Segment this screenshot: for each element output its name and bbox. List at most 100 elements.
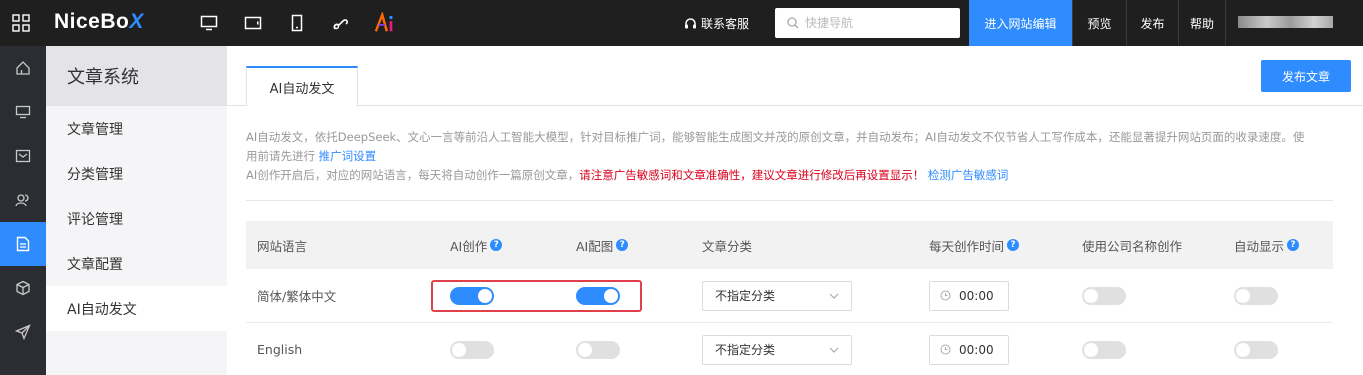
company-cell	[1082, 269, 1126, 322]
highlight-box	[431, 280, 642, 312]
auto-show-toggle[interactable]	[1234, 286, 1278, 305]
chevron-down-icon	[829, 293, 839, 299]
search-input[interactable]	[805, 16, 945, 30]
rail-send[interactable]	[0, 310, 46, 354]
help-icon[interactable]: ?	[1287, 239, 1300, 251]
ai-image-cell	[576, 323, 620, 375]
mobile-icon[interactable]	[286, 12, 308, 34]
divider	[246, 200, 1333, 201]
header-daily-time-label: 每天创作时间	[929, 238, 1005, 254]
tab-underline	[227, 105, 1363, 106]
module-rail	[0, 46, 46, 375]
header-ai-image: AI配图?	[576, 221, 629, 269]
rail-articles[interactable]	[0, 222, 46, 266]
auto-show-toggle[interactable]	[1234, 340, 1278, 359]
ai-create-toggle[interactable]	[450, 340, 494, 359]
company-cell	[1082, 323, 1126, 375]
sidebar-item-article-config[interactable]: 文章配置	[46, 241, 227, 286]
time-cell: 00:00	[929, 269, 1009, 322]
apps-grid-icon[interactable]	[12, 14, 30, 32]
sidebar-item-comment-management[interactable]: 评论管理	[46, 196, 227, 241]
category-cell: 不指定分类	[702, 269, 852, 322]
category-value: 不指定分类	[715, 343, 776, 357]
time-value: 00:00	[959, 288, 994, 303]
mini-program-icon[interactable]	[330, 12, 352, 34]
tab-ai-auto-post[interactable]: AI自动发文	[246, 66, 358, 106]
category-select[interactable]: 不指定分类	[702, 280, 852, 311]
top-bar: NiceBoX 联系客服 进入网站编辑 预览 发布 帮助	[0, 0, 1363, 46]
logo-x: X	[129, 10, 144, 33]
toggle-knob	[1084, 288, 1098, 303]
home-icon	[16, 61, 30, 75]
help-icon[interactable]: ?	[616, 239, 629, 251]
header-auto-show: 自动显示?	[1234, 221, 1300, 269]
enter-site-editor-button[interactable]: 进入网站编辑	[969, 0, 1072, 46]
rail-home[interactable]	[0, 46, 46, 90]
clock-icon	[940, 344, 951, 355]
document-icon	[16, 236, 30, 252]
check-ad-words-link[interactable]: 检测广告敏感词	[924, 168, 1009, 182]
sidebar-title: 文章系统	[46, 46, 227, 106]
keyword-settings-link[interactable]: 推广词设置	[319, 149, 377, 163]
category-cell: 不指定分类	[702, 323, 852, 375]
rail-site[interactable]	[0, 90, 46, 134]
header-daily-time: 每天创作时间?	[929, 221, 1020, 269]
ai-icon[interactable]	[374, 12, 396, 34]
toggle-knob	[578, 342, 592, 357]
language-settings-table: 网站语言 AI创作? AI配图? 文章分类 每天创作时间? 使用公司名称创作 自…	[246, 221, 1333, 375]
time-picker[interactable]: 00:00	[929, 334, 1009, 365]
company-name-toggle[interactable]	[1082, 286, 1126, 305]
ai-create-cell	[450, 323, 494, 375]
tablet-icon[interactable]	[242, 12, 264, 34]
company-name-toggle[interactable]	[1082, 340, 1126, 359]
header-ai-create: AI创作?	[450, 221, 503, 269]
header-ai-image-label: AI配图	[576, 238, 614, 254]
publish-link[interactable]: 发布	[1126, 0, 1178, 46]
header-ai-create-label: AI创作	[450, 238, 488, 254]
toggle-knob	[1084, 342, 1098, 357]
publish-article-button[interactable]: 发布文章	[1261, 60, 1351, 92]
help-icon[interactable]: ?	[490, 239, 503, 251]
rail-mail[interactable]	[0, 134, 46, 178]
header-auto-show-label: 自动显示	[1234, 238, 1285, 254]
preview-link[interactable]: 预览	[1072, 0, 1126, 46]
nicebox-logo[interactable]: NiceBoX	[54, 10, 144, 34]
desc-line-2: 用前请先进行 推广词设置	[246, 147, 1346, 166]
sidebar-item-ai-auto-post[interactable]: AI自动发文	[46, 286, 227, 331]
table-row: English 不指定分类 00:00	[246, 323, 1333, 375]
row-language: 简体/繁体中文	[257, 289, 337, 304]
sidebar-item-category-management[interactable]: 分类管理	[46, 151, 227, 196]
category-select[interactable]: 不指定分类	[702, 334, 852, 365]
chevron-down-icon	[829, 347, 839, 353]
header-language: 网站语言	[257, 238, 308, 254]
desc-line-1: AI自动发文，依托DeepSeek、文心一言等前沿人工智能大模型，针对目标推广词…	[246, 130, 1305, 144]
rail-products[interactable]	[0, 266, 46, 310]
desc-line-3: AI创作开启后，对应的网站语言，每天将自动创作一篇原创文章，请注意广告敏感词和文…	[246, 166, 1346, 185]
article-system-sidebar: 文章系统 文章管理 分类管理 评论管理 文章配置 AI自动发文	[46, 46, 227, 375]
sensitive-word-warning: 请注意广告敏感词和文章准确性，建议文章进行修改后再设置显示！	[579, 168, 925, 182]
category-value: 不指定分类	[715, 289, 776, 303]
users-icon	[15, 194, 29, 207]
toggle-knob	[1236, 342, 1250, 357]
time-picker[interactable]: 00:00	[929, 280, 1009, 311]
description: AI自动发文，依托DeepSeek、文心一言等前沿人工智能大模型，针对目标推广词…	[246, 128, 1346, 185]
help-link[interactable]: 帮助	[1178, 0, 1226, 46]
account-name-blurred[interactable]	[1238, 16, 1333, 28]
time-cell: 00:00	[929, 323, 1009, 375]
device-icons	[198, 12, 418, 34]
toggle-knob	[452, 342, 466, 357]
help-icon[interactable]: ?	[1007, 239, 1020, 251]
row-language: English	[257, 342, 303, 357]
desktop-icon[interactable]	[198, 12, 220, 34]
search-icon	[787, 17, 799, 29]
ai-image-toggle[interactable]	[576, 340, 620, 359]
quick-nav-search[interactable]	[775, 8, 960, 38]
main-panel: AI自动发文 发布文章 AI自动发文，依托DeepSeek、文心一言等前沿人工智…	[227, 46, 1363, 375]
sidebar-item-article-management[interactable]: 文章管理	[46, 106, 227, 151]
desc-line-2-text: 用前请先进行	[246, 149, 319, 163]
customer-service-label: 联系客服	[701, 17, 750, 31]
mail-icon	[15, 149, 31, 163]
toggle-knob	[1236, 288, 1250, 303]
rail-users[interactable]	[0, 178, 46, 222]
customer-service-link[interactable]: 联系客服	[684, 15, 749, 32]
